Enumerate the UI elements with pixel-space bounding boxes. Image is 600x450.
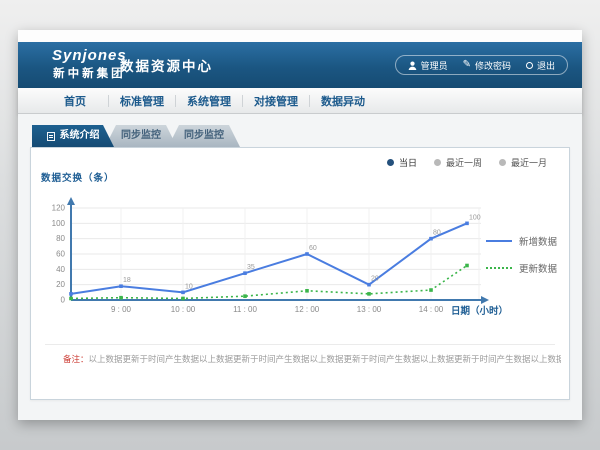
range-option-today[interactable]: 当日: [387, 156, 417, 169]
logout-label: 退出: [537, 59, 555, 72]
data-point-marker: [243, 294, 247, 298]
footnote-prefix: 备注：: [63, 354, 89, 364]
dotted-line-swatch: [486, 267, 512, 269]
data-point-marker: [305, 252, 309, 256]
document-icon: [47, 132, 55, 141]
radio-dot: [387, 159, 394, 166]
data-point-label: 18: [123, 277, 131, 284]
legend-item-updated-data: 更新数据: [486, 261, 557, 275]
svg-text:100: 100: [52, 219, 66, 228]
data-point-marker: [69, 297, 73, 301]
change-password-button[interactable]: ✎ 修改密码: [463, 59, 511, 72]
range-label: 最近一周: [446, 156, 482, 169]
series-line-0: 18 10 35 60 20 80 100: [69, 214, 481, 295]
nav-item-system[interactable]: 系统管理: [176, 93, 242, 109]
data-point-marker: [181, 297, 185, 301]
chart-axis-tick-labels: 0 20 40 60 80 100 120 9 : 00 10 : 00 11 : 00 12 : …: [52, 204, 444, 315]
nav-item-data-changes[interactable]: 数据异动: [310, 93, 376, 109]
brand-logo-en: Synjones: [52, 47, 127, 64]
user-toolbar: 管理员 ✎ 修改密码 退出: [395, 55, 568, 75]
panel-divider: [45, 344, 555, 345]
range-label: 最近一月: [511, 156, 547, 169]
svg-text:11 : 00: 11 : 00: [233, 305, 257, 314]
page-title: 数据资源中心: [120, 42, 213, 88]
data-point-marker: [429, 237, 433, 241]
nav-item-home[interactable]: 首页: [42, 93, 108, 109]
footnote-text: 以上数据更新于时间产生数据以上数据更新于时间产生数据以上数据更新于时间产生数据以…: [89, 354, 561, 364]
change-password-label: 修改密码: [475, 59, 511, 72]
tab-sync-monitor-2[interactable]: 同步监控: [168, 125, 240, 147]
brand-logo-cn: 新中新集团: [52, 65, 127, 81]
current-user-button[interactable]: 管理员: [408, 59, 448, 72]
data-point-label: 100: [469, 214, 481, 221]
data-point-label: 10: [185, 283, 193, 290]
tab-label: 系统介绍: [60, 125, 100, 147]
data-point-marker: [243, 271, 247, 275]
tab-sync-monitor-1[interactable]: 同步监控: [105, 125, 177, 147]
brand-logo: Synjones 新中新集团: [52, 47, 127, 81]
data-point-marker: [367, 292, 371, 296]
radio-dot: [499, 159, 506, 166]
user-name-label: 管理员: [421, 59, 448, 72]
person-icon: [408, 61, 417, 70]
legend-label: 新增数据: [519, 234, 557, 248]
data-point-marker: [119, 296, 123, 300]
data-point-marker: [69, 292, 73, 296]
data-point-marker: [429, 288, 433, 292]
desktop-background: Synjones 新中新集团 数据资源中心 管理员 ✎ 修改密码: [0, 0, 600, 450]
edit-icon: ✎: [463, 60, 471, 70]
nav-item-integration[interactable]: 对接管理: [243, 93, 309, 109]
range-label: 当日: [399, 156, 417, 169]
svg-text:60: 60: [56, 250, 65, 259]
legend-label: 更新数据: [519, 261, 557, 275]
radio-dot: [434, 159, 441, 166]
svg-text:40: 40: [56, 265, 65, 274]
range-option-last-week[interactable]: 最近一周: [434, 156, 482, 169]
solid-line-swatch: [486, 240, 512, 242]
power-icon: [526, 62, 533, 69]
data-point-marker: [181, 291, 185, 295]
tab-system-intro[interactable]: 系统介绍: [32, 125, 114, 147]
logout-button[interactable]: 退出: [526, 59, 555, 72]
y-axis-title: 数据交换（条）: [41, 170, 115, 184]
chart-grid: [71, 208, 481, 300]
svg-text:80: 80: [56, 234, 65, 243]
data-point-label: 80: [433, 230, 441, 237]
svg-text:12 : 00: 12 : 00: [295, 305, 320, 314]
svg-text:14 : 00: 14 : 00: [419, 305, 444, 314]
app-header: Synjones 新中新集团 数据资源中心 管理员 ✎ 修改密码: [18, 42, 582, 88]
content-area: 系统介绍 同步监控 同步监控 当日 最近一周: [18, 114, 582, 420]
svg-text:13 : 00: 13 : 00: [357, 305, 382, 314]
data-point-marker: [119, 284, 123, 288]
data-point-marker: [465, 264, 469, 268]
line-chart: 0 20 40 60 80 100 120 9 : 00 10 : 00 11 : 00 12 : …: [49, 188, 533, 330]
legend-item-new-data: 新增数据: [486, 234, 557, 248]
x-axis-title: 日期（小时）: [451, 305, 508, 317]
svg-text:0: 0: [61, 296, 66, 305]
footnote: 备注：以上数据更新于时间产生数据以上数据更新于时间产生数据以上数据更新于时间产生…: [63, 353, 561, 365]
data-point-marker: [305, 289, 309, 293]
svg-text:9 : 00: 9 : 00: [111, 305, 132, 314]
range-option-last-month[interactable]: 最近一月: [499, 156, 547, 169]
app-window: Synjones 新中新集团 数据资源中心 管理员 ✎ 修改密码: [18, 30, 582, 420]
data-point-marker: [367, 283, 371, 287]
data-point-label: 60: [309, 245, 317, 252]
data-point-marker: [465, 222, 469, 226]
svg-text:120: 120: [52, 204, 66, 213]
data-point-label: 35: [247, 264, 255, 271]
window-top-strip: [18, 30, 582, 42]
data-point-label: 20: [371, 276, 379, 283]
chart-panel: 当日 最近一周 最近一月 数据交换（条） 0 20 40 60 80 100 120 9 : …: [30, 147, 570, 400]
range-filter-group: 当日 最近一周 最近一月: [387, 156, 547, 169]
main-nav: 首页 标准管理 系统管理 对接管理 数据异动: [18, 88, 582, 114]
series-legend: 新增数据 更新数据: [486, 234, 557, 288]
svg-text:10 : 00: 10 : 00: [171, 305, 196, 314]
tab-bar: 系统介绍 同步监控 同步监控: [32, 125, 240, 147]
nav-item-standards[interactable]: 标准管理: [109, 93, 175, 109]
svg-text:20: 20: [56, 280, 65, 289]
